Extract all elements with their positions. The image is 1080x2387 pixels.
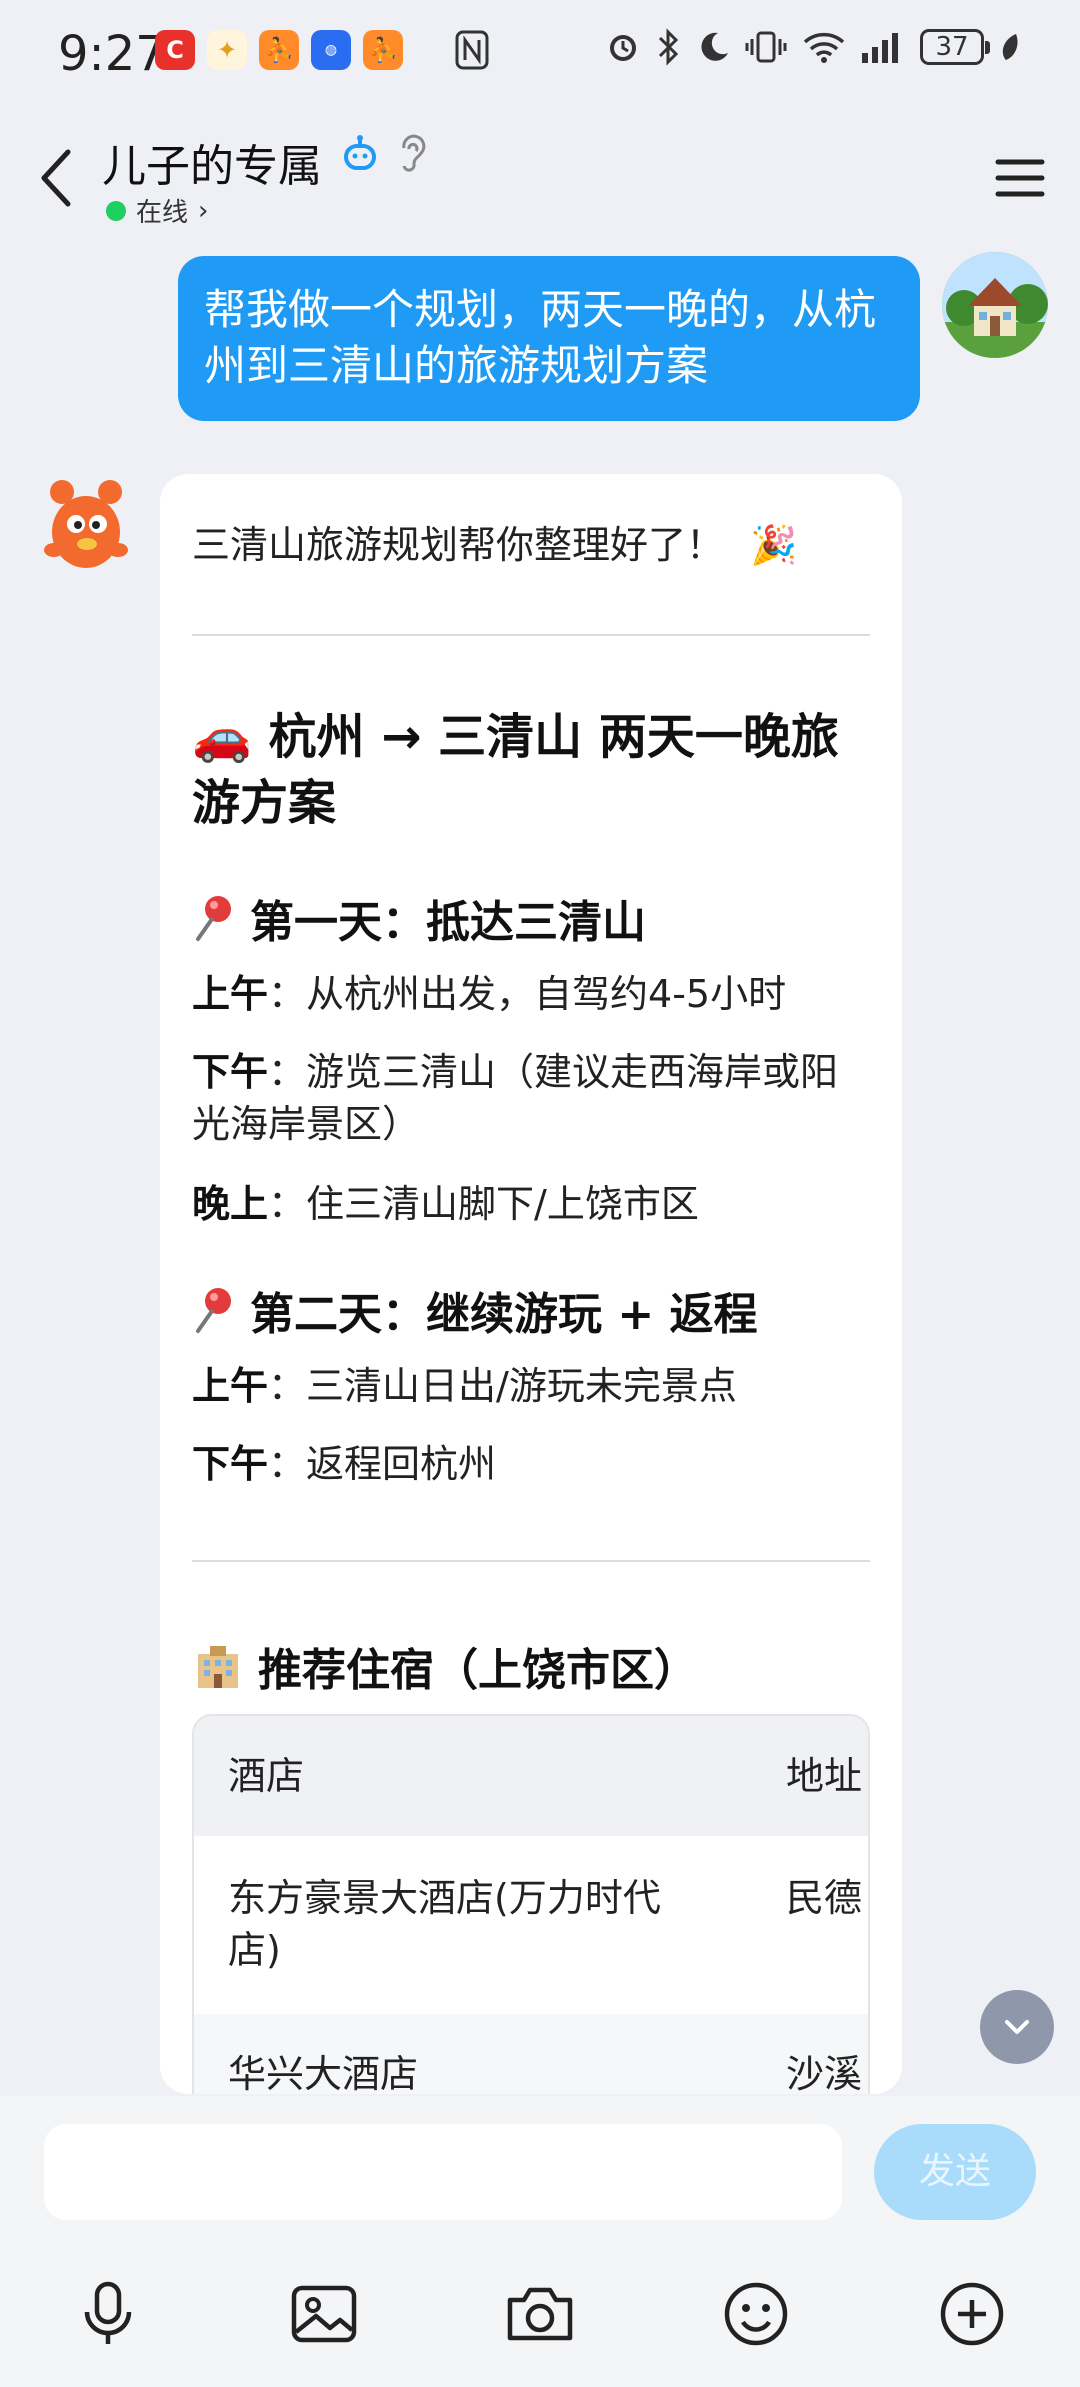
composer: 发送 [0,2096,1080,2387]
hotel-address: 民德 [786,1876,863,1920]
moon-icon [701,32,728,61]
title-icons [340,134,428,174]
hotel-name: 东方豪景大酒店(万力时代店) [228,1876,661,1972]
status-time: 9:27 [58,26,166,82]
bot-intro: 三清山旅游规划帮你整理好了！ 🎉 [192,514,797,569]
day1-morning: 上午：从杭州出发，自驾约4-5小时 [192,968,872,1020]
menu-button[interactable] [990,148,1050,208]
back-button[interactable] [30,138,90,218]
chat-title[interactable]: 儿子的专属 [102,130,322,194]
camera-icon [507,2287,573,2341]
wifi-icon [803,32,845,63]
battery-indicator: 37 [920,29,990,65]
hotel-address: 沙溪 [786,2052,863,2094]
send-button[interactable]: 发送 [874,2124,1036,2220]
chevron-right-icon: › [198,195,209,226]
column-header-address: 地址 [786,1754,863,1798]
image-button[interactable] [286,2276,362,2352]
app-orange-icon: ⛹ [259,30,299,70]
day2-morning: 上午：三清山日出/游玩未完景点 [192,1360,872,1412]
row-label: 晚上 [192,1182,269,1226]
ear-icon[interactable] [396,134,428,174]
hotel-icon [198,1646,238,1688]
row-text: ：从杭州出发，自驾约4-5小时 [268,972,787,1016]
day2-title: 第二天：继续游玩 + 返程 [250,1289,758,1340]
hotel-heading: 推荐住宿（上饶市区） [192,1634,698,1698]
menu-icon [995,159,1045,197]
column-header-hotel: 酒店 [228,1754,305,1798]
bot-message-card[interactable]: 三清山旅游规划帮你整理好了！ 🎉 🚗 杭州 → 三清山 两天一晚旅游方案 第一天… [160,474,902,2094]
bot-avatar[interactable] [36,470,136,580]
user-message-bubble[interactable]: 帮我做一个规划，两天一晚的，从杭州到三清山的旅游规划方案 [178,256,920,421]
image-icon [291,2285,357,2343]
online-dot [106,200,126,221]
back-arrow-icon [41,149,71,207]
pin-icon [196,896,231,941]
day2-afternoon: 下午：返程回杭州 [192,1438,872,1490]
app-orange-icon-2: ⛹ [363,30,403,70]
message-input[interactable] [44,2124,842,2220]
row-text: ：三清山日出/游玩未完景点 [268,1364,737,1408]
composer-toolbar [0,2276,1080,2376]
app-c-icon: C [155,30,195,70]
app-car-icon: ◍ [311,30,351,70]
more-button[interactable] [934,2276,1010,2352]
hotel-table[interactable]: 酒店 地址 东方豪景大酒店(万力时代店) 民德 华兴大酒店 沙溪 [192,1714,870,2094]
row-label: 上午 [192,972,269,1016]
online-status-label: 在线 [136,198,189,228]
row-label: 下午 [192,1442,269,1486]
day1-evening: 晚上：住三清山脚下/上饶市区 [192,1178,872,1230]
emoji-icon [724,2282,788,2346]
pin-icon [196,1288,231,1333]
day1-title: 第一天：抵达三清山 [250,897,646,948]
system-icons: 37 [604,28,1022,66]
divider [192,634,870,636]
row-text: ：游览三清山（建议走西海岸或阳光海岸景区） [192,1050,839,1146]
hotel-section-title: 推荐住宿（上饶市区） [258,1645,698,1696]
day1-afternoon: 下午：游览三清山（建议走西海岸或阳光海岸景区） [192,1046,872,1150]
table-row[interactable]: 华兴大酒店 沙溪 [194,2014,868,2094]
hotel-name: 华兴大酒店 [228,2052,419,2094]
row-text: ：住三清山脚下/上饶市区 [268,1182,699,1226]
plus-circle-icon [940,2282,1004,2346]
table-row[interactable]: 东方豪景大酒店(万力时代店) 民德 [194,1836,868,2014]
camera-button[interactable] [502,2276,578,2352]
robot-icon [344,135,376,170]
user-avatar[interactable] [942,252,1048,358]
nfc-icon [455,30,489,74]
signal-icon [862,33,898,63]
bot-intro-text: 三清山旅游规划帮你整理好了！ [192,523,725,567]
app-bird-icon: ✦ [207,30,247,70]
status-bar: 9:27 C ✦ ⛹ ◍ ⛹ 37 [0,0,1080,110]
alarm-icon [610,35,636,61]
plan-title-text: 杭州 → 三清山 两天一晚旅游方案 [192,709,839,831]
day1-heading: 第一天：抵达三清山 [192,886,646,950]
voice-button[interactable] [70,2276,146,2352]
leaf-icon [1002,34,1018,60]
online-status[interactable]: 在线 › [106,192,208,229]
emoji-button[interactable] [718,2276,794,2352]
row-label: 下午 [192,1050,269,1094]
bluetooth-icon [658,28,679,66]
microphone-icon [84,2281,132,2344]
row-label: 上午 [192,1364,269,1408]
vibrate-icon [745,31,787,63]
chat-header: 儿子的专属 在线 › [0,110,1080,240]
plan-title: 🚗 杭州 → 三清山 两天一晚旅游方案 [192,704,872,836]
notification-icons: C ✦ ⛹ ◍ ⛹ [155,30,403,70]
party-icon: 🎉 [750,523,798,567]
day2-heading: 第二天：继续游玩 + 返程 [192,1278,758,1342]
scroll-to-bottom-button[interactable] [980,1990,1054,2064]
chevron-down-icon [1005,2020,1029,2034]
table-header: 酒店 地址 [194,1716,868,1836]
row-text: ：返程回杭州 [268,1442,497,1486]
car-icon: 🚗 [192,709,252,765]
divider [192,1560,870,1562]
